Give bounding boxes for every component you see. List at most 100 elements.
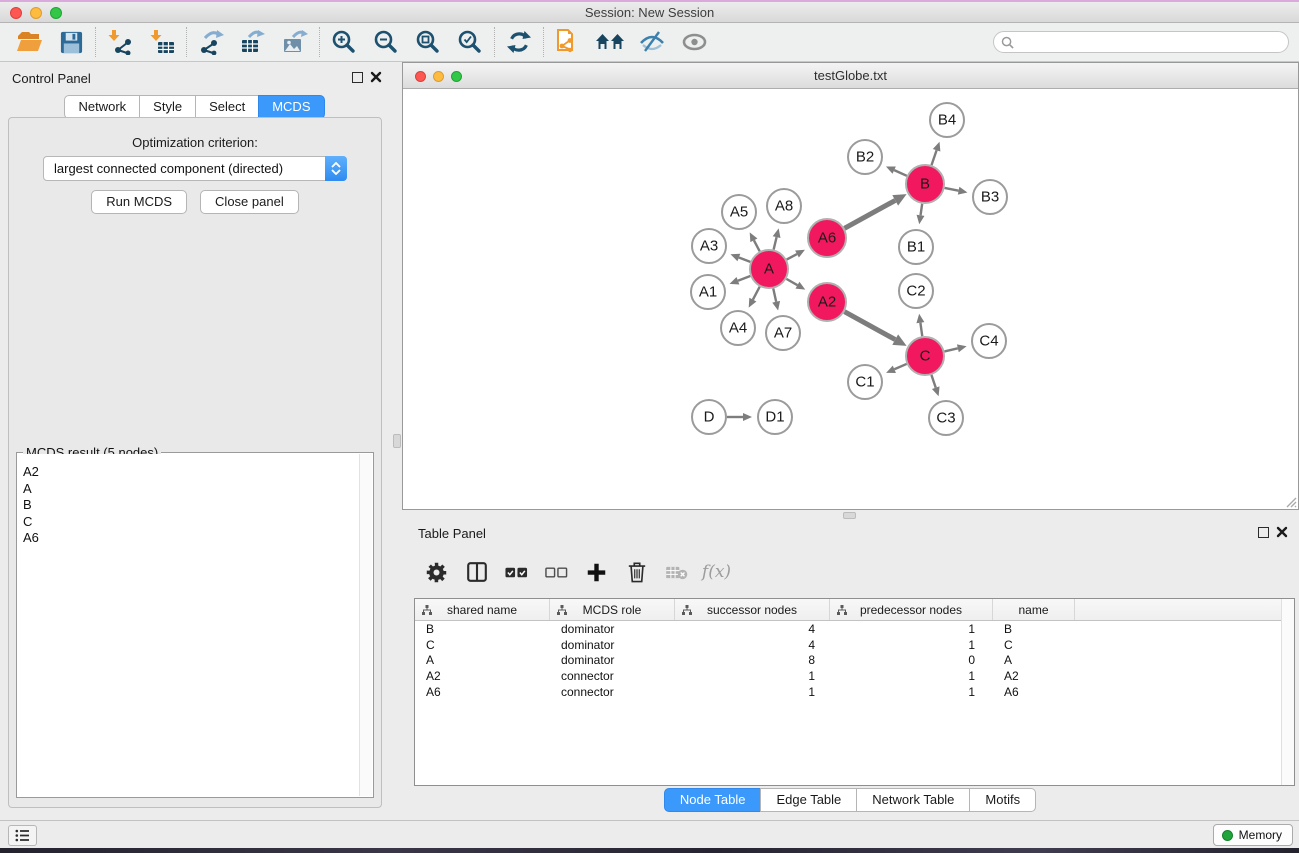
deselect-all-button[interactable] xyxy=(544,559,569,585)
table-cell[interactable]: 1 xyxy=(830,685,993,699)
close-window-button[interactable] xyxy=(10,7,22,19)
table-cell[interactable]: 8 xyxy=(675,653,830,667)
zoom-in-button[interactable] xyxy=(323,25,365,59)
graph-node-C4[interactable]: C4 xyxy=(972,324,1006,358)
graph-edge[interactable] xyxy=(753,287,760,300)
graph-edge[interactable] xyxy=(894,170,907,176)
export-image-button[interactable] xyxy=(274,25,316,59)
graph-node-C[interactable]: C xyxy=(906,337,944,375)
graph-edge[interactable] xyxy=(845,312,896,340)
table-cell[interactable]: connector xyxy=(550,685,675,699)
graph-node-A5[interactable]: A5 xyxy=(722,195,756,229)
float-table-panel-icon[interactable] xyxy=(1258,527,1269,538)
graph-node-B1[interactable]: B1 xyxy=(899,230,933,264)
table-cell[interactable]: A2 xyxy=(993,669,1075,683)
graph-edge[interactable] xyxy=(773,289,776,302)
tab-motifs[interactable]: Motifs xyxy=(969,788,1036,812)
delete-column-button[interactable] xyxy=(664,559,689,585)
add-column-button[interactable] xyxy=(584,559,609,585)
graph-node-D1[interactable]: D1 xyxy=(758,400,792,434)
task-history-button[interactable] xyxy=(8,825,37,846)
show-graphics-details-button[interactable] xyxy=(631,25,673,59)
table-cell[interactable]: dominator xyxy=(550,622,675,636)
table-cell[interactable]: A xyxy=(993,653,1075,667)
column-header-successor-nodes[interactable]: successor nodes xyxy=(675,599,830,620)
table-cell[interactable]: dominator xyxy=(550,638,675,652)
tab-mcds[interactable]: MCDS xyxy=(258,95,324,119)
zoom-fit-button[interactable] xyxy=(407,25,449,59)
table-row[interactable]: Adominator80A xyxy=(415,653,1294,669)
table-cell[interactable]: A2 xyxy=(415,669,550,683)
minimize-window-button[interactable] xyxy=(30,7,42,19)
table-cell[interactable]: 1 xyxy=(830,622,993,636)
new-network-from-selection-button[interactable] xyxy=(547,25,589,59)
table-cell[interactable]: 1 xyxy=(675,669,830,683)
graph-edge[interactable] xyxy=(944,348,957,351)
float-panel-icon[interactable] xyxy=(352,72,363,83)
open-session-button[interactable] xyxy=(8,25,50,59)
graph-edge[interactable] xyxy=(845,200,896,228)
tab-select[interactable]: Select xyxy=(195,95,259,119)
tab-edge-table[interactable]: Edge Table xyxy=(760,788,857,812)
table-settings-button[interactable] xyxy=(424,559,449,585)
table-cell[interactable]: A6 xyxy=(415,685,550,699)
table-cell[interactable]: 1 xyxy=(675,685,830,699)
window-resize-grip[interactable] xyxy=(1284,495,1297,508)
graph-node-D[interactable]: D xyxy=(692,400,726,434)
criterion-dropdown[interactable]: largest connected component (directed) xyxy=(43,156,347,181)
table-cell[interactable]: 1 xyxy=(830,669,993,683)
graph-node-A8[interactable]: A8 xyxy=(767,189,801,223)
tab-style[interactable]: Style xyxy=(139,95,196,119)
table-cell[interactable]: 0 xyxy=(830,653,993,667)
column-header-predecessor-nodes[interactable]: predecessor nodes xyxy=(830,599,993,620)
column-header-MCDS-role[interactable]: MCDS role xyxy=(550,599,675,620)
graph-node-A1[interactable]: A1 xyxy=(691,275,725,309)
search-input[interactable] xyxy=(1014,33,1288,51)
toggle-details-button[interactable] xyxy=(673,25,715,59)
mcds-result-item[interactable]: A2 xyxy=(18,464,359,481)
memory-button[interactable]: Memory xyxy=(1213,824,1293,846)
first-neighbors-button[interactable] xyxy=(589,25,631,59)
table-cell[interactable]: 1 xyxy=(830,638,993,652)
select-all-button[interactable] xyxy=(504,559,529,585)
graph-edge[interactable] xyxy=(786,279,797,285)
graph-node-A2[interactable]: A2 xyxy=(808,283,846,321)
network-close-button[interactable] xyxy=(415,71,426,82)
table-cell[interactable]: C xyxy=(415,638,550,652)
graph-node-A[interactable]: A xyxy=(750,250,788,288)
table-cell[interactable]: B xyxy=(415,622,550,636)
graph-edge[interactable] xyxy=(945,188,959,191)
network-graph[interactable]: B4B2BB3A8A5A6A3B1AA1C2A2A4A7C4CC1C3DD1 xyxy=(403,89,1298,509)
function-builder-button[interactable]: f(x) xyxy=(704,559,729,585)
mcds-result-item[interactable]: A6 xyxy=(18,530,359,547)
table-row[interactable]: Bdominator41B xyxy=(415,621,1294,637)
zoom-out-button[interactable] xyxy=(365,25,407,59)
graph-node-B2[interactable]: B2 xyxy=(848,140,882,174)
table-cell[interactable]: connector xyxy=(550,669,675,683)
table-cell[interactable]: B xyxy=(993,622,1075,636)
table-row[interactable]: A2connector11A2 xyxy=(415,668,1294,684)
graph-node-C1[interactable]: C1 xyxy=(848,365,882,399)
table-scrollbar[interactable] xyxy=(1281,599,1294,785)
mcds-result-item[interactable]: B xyxy=(18,497,359,514)
close-table-panel-icon[interactable] xyxy=(1276,526,1288,538)
export-table-button[interactable] xyxy=(232,25,274,59)
search-field[interactable] xyxy=(993,31,1289,53)
column-header-shared-name[interactable]: shared name xyxy=(415,599,550,620)
graph-edge[interactable] xyxy=(774,237,777,249)
table-row[interactable]: Cdominator41C xyxy=(415,637,1294,653)
column-header-name[interactable]: name xyxy=(993,599,1075,620)
graph-node-C2[interactable]: C2 xyxy=(899,274,933,308)
table-cell[interactable]: 4 xyxy=(675,622,830,636)
graph-node-A7[interactable]: A7 xyxy=(766,316,800,350)
graph-edge[interactable] xyxy=(787,254,797,260)
import-network-button[interactable] xyxy=(99,25,141,59)
tab-network-table[interactable]: Network Table xyxy=(856,788,970,812)
delete-rows-button[interactable] xyxy=(624,559,649,585)
graph-node-A6[interactable]: A6 xyxy=(808,219,846,257)
zoom-window-button[interactable] xyxy=(50,7,62,19)
horizontal-splitter-grip[interactable] xyxy=(843,512,856,519)
close-panel-button[interactable]: Close panel xyxy=(200,190,299,214)
graph-edge[interactable] xyxy=(931,375,935,388)
apply-layout-button[interactable] xyxy=(498,25,540,59)
